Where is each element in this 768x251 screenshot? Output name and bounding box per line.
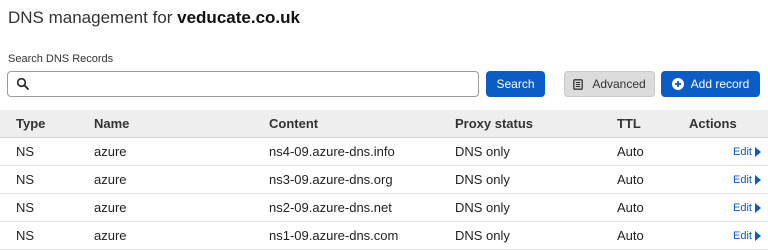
- caret-right-icon: [754, 174, 761, 185]
- column-header-name[interactable]: Name: [94, 110, 129, 137]
- search-field[interactable]: [7, 71, 479, 97]
- column-header-ttl[interactable]: TTL: [617, 110, 641, 137]
- table-header-row: Type Name Content Proxy status TTL Actio…: [0, 110, 768, 138]
- caret-right-icon: [754, 146, 761, 157]
- record-proxy-status: DNS only: [455, 228, 510, 243]
- table-row[interactable]: NS azure ns3-09.azure-dns.org DNS only A…: [0, 166, 768, 194]
- record-type: NS: [16, 228, 35, 243]
- record-content: ns4-09.azure-dns.info: [269, 144, 395, 159]
- column-header-proxy-status[interactable]: Proxy status: [455, 110, 533, 137]
- add-record-button[interactable]: Add record: [661, 71, 760, 97]
- table-row[interactable]: NS azure ns4-09.azure-dns.info DNS only …: [0, 138, 768, 166]
- record-proxy-status: DNS only: [455, 200, 510, 215]
- edit-link-label: Edit: [733, 229, 752, 242]
- search-label: Search DNS Records: [8, 53, 114, 65]
- search-button-label: Search: [496, 77, 535, 91]
- edit-link[interactable]: Edit: [733, 222, 761, 249]
- column-header-type[interactable]: Type: [16, 110, 45, 137]
- record-name: azure: [94, 172, 127, 187]
- plus-circle-icon: [671, 78, 684, 90]
- caret-right-icon: [754, 230, 761, 241]
- record-content: ns1-09.azure-dns.com: [269, 228, 399, 243]
- record-ttl: Auto: [617, 172, 644, 187]
- record-proxy-status: DNS only: [455, 172, 510, 187]
- edit-link-label: Edit: [733, 173, 752, 186]
- edit-link-label: Edit: [733, 145, 752, 158]
- column-header-actions: Actions: [689, 116, 737, 131]
- edit-link-label: Edit: [733, 201, 752, 214]
- page-title-prefix: DNS management for: [8, 8, 173, 27]
- table-row[interactable]: NS azure ns1-09.azure-dns.com DNS only A…: [0, 222, 768, 250]
- record-ttl: Auto: [617, 144, 644, 159]
- column-header-content[interactable]: Content: [269, 110, 318, 137]
- caret-right-icon: [754, 202, 761, 213]
- dns-records-table: Type Name Content Proxy status TTL Actio…: [0, 110, 768, 250]
- search-icon: [16, 77, 29, 90]
- edit-link[interactable]: Edit: [733, 138, 761, 165]
- record-content: ns3-09.azure-dns.org: [269, 172, 393, 187]
- record-name: azure: [94, 200, 127, 215]
- advanced-button-label: Advanced: [592, 77, 646, 91]
- table-row[interactable]: NS azure ns2-09.azure-dns.net DNS only A…: [0, 194, 768, 222]
- record-name: azure: [94, 144, 127, 159]
- record-ttl: Auto: [617, 228, 644, 243]
- record-proxy-status: DNS only: [455, 144, 510, 159]
- record-type: NS: [16, 144, 35, 159]
- record-content: ns2-09.azure-dns.net: [269, 200, 392, 215]
- search-input[interactable]: [36, 74, 472, 94]
- advanced-button[interactable]: Advanced: [564, 71, 655, 97]
- document-icon: [573, 78, 584, 90]
- record-name: azure: [94, 228, 127, 243]
- edit-link[interactable]: Edit: [733, 194, 761, 221]
- record-type: NS: [16, 172, 35, 187]
- record-ttl: Auto: [617, 200, 644, 215]
- record-type: NS: [16, 200, 35, 215]
- page-title-domain: veducate.co.uk: [177, 8, 300, 27]
- search-button[interactable]: Search: [486, 71, 545, 97]
- edit-link[interactable]: Edit: [733, 166, 761, 193]
- page-title: DNS management for veducate.co.uk: [8, 8, 300, 28]
- add-record-button-label: Add record: [690, 77, 750, 91]
